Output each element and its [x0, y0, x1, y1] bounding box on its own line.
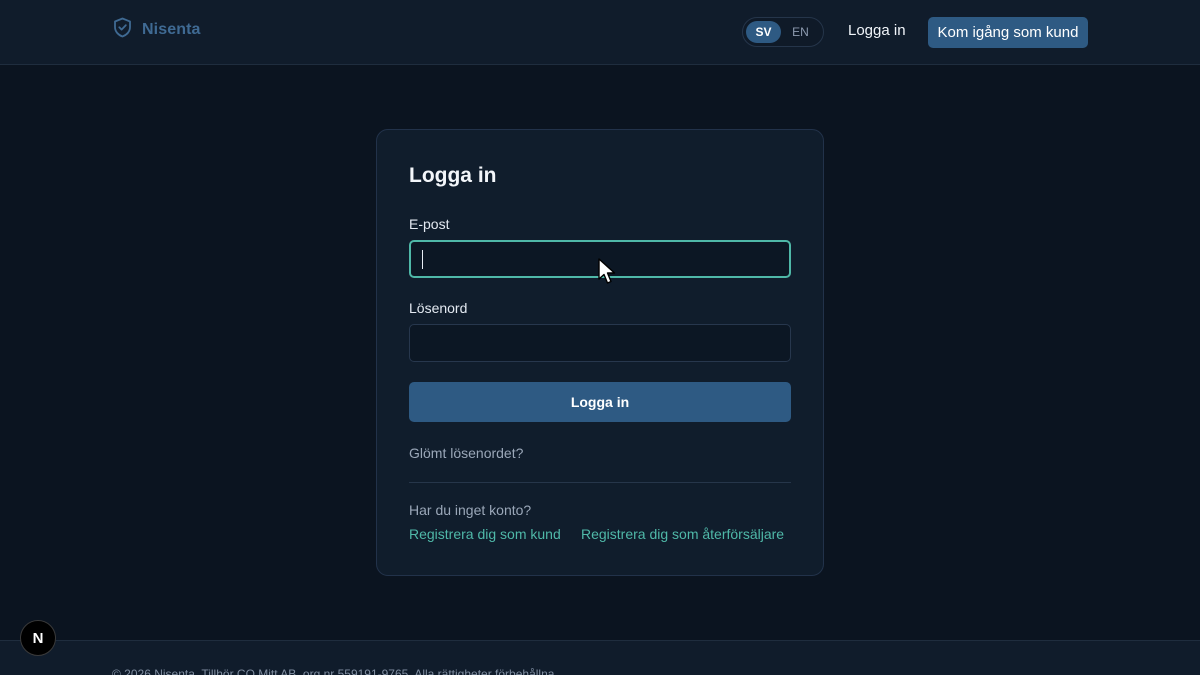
forgot-password-link[interactable]: Glömt lösenordet? [409, 445, 523, 461]
password-field[interactable] [409, 324, 791, 362]
lang-option-en[interactable]: EN [783, 21, 818, 43]
login-title: Logga in [409, 164, 497, 187]
language-switcher: SV EN [742, 17, 824, 47]
text-caret [422, 250, 423, 269]
password-label: Lösenord [409, 300, 468, 316]
footer-copyright: © 2026 Nisenta. Tillhör CO Mitt AB, org.… [112, 667, 558, 675]
footer: © 2026 Nisenta. Tillhör CO Mitt AB, org.… [0, 640, 1200, 675]
top-navbar: Nisenta SV EN Logga in Kom igång som kun… [0, 0, 1200, 65]
login-card: Logga in E-post Lösenord Logga in Glömt … [376, 129, 824, 576]
shield-check-icon [113, 17, 132, 43]
email-label: E-post [409, 216, 450, 232]
get-started-button[interactable]: Kom igång som kund [928, 17, 1088, 48]
header-login-link[interactable]: Logga in [848, 22, 906, 39]
register-reseller-link[interactable]: Registrera dig som återförsäljare [581, 526, 784, 542]
divider [409, 482, 791, 483]
no-account-text: Har du inget konto? [409, 502, 532, 518]
lang-option-sv[interactable]: SV [746, 21, 781, 43]
login-submit-button[interactable]: Logga in [409, 382, 791, 422]
mouse-cursor-icon [598, 258, 618, 286]
brand-logo[interactable]: Nisenta [113, 17, 201, 43]
brand-name: Nisenta [142, 21, 201, 38]
dev-tools-badge[interactable]: N [20, 620, 56, 656]
register-customer-link[interactable]: Registrera dig som kund [409, 526, 561, 542]
